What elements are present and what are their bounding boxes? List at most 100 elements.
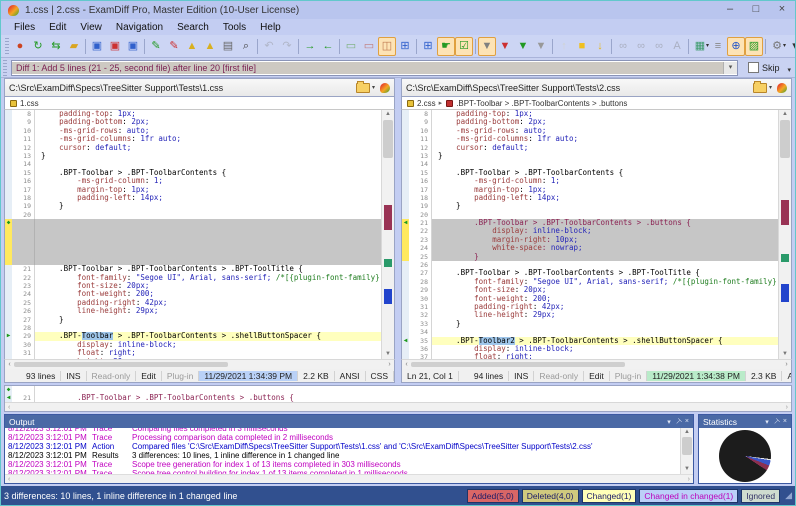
output-hscrollbar[interactable]: ‹ › bbox=[5, 474, 693, 483]
scroll-right-icon[interactable]: › bbox=[786, 404, 788, 411]
panel-menu-icon[interactable]: ▾ bbox=[765, 418, 769, 426]
next-diff-icon[interactable]: ↓ bbox=[591, 37, 609, 56]
menu-item-edit[interactable]: Edit bbox=[42, 21, 73, 34]
code-area-first[interactable]: 8 padding-top: 1px; 9 padding-bottom: 2px… bbox=[4, 110, 395, 359]
diff-map-mark[interactable] bbox=[781, 199, 789, 225]
sync-scroll-icon[interactable]: ☛ bbox=[437, 36, 455, 56]
diff-map-mark[interactable] bbox=[384, 204, 392, 230]
save-all-icon[interactable]: ▣ bbox=[124, 37, 142, 56]
find-prev-icon[interactable]: ∞ bbox=[650, 37, 668, 56]
match-case-icon[interactable]: A bbox=[668, 37, 686, 56]
menu-item-search[interactable]: Search bbox=[170, 21, 216, 34]
edit-second-icon[interactable]: ✎ bbox=[165, 37, 183, 56]
file-dropdown-icon[interactable]: ▾ bbox=[769, 84, 772, 91]
pin-icon[interactable]: ⊤ bbox=[673, 417, 683, 426]
show-second-pane-icon[interactable]: ▭ bbox=[360, 37, 378, 56]
current-diff-icon[interactable]: ■ bbox=[573, 37, 591, 56]
scroll-down-icon[interactable]: ▼ bbox=[681, 465, 693, 474]
vertical-scrollbar[interactable]: ▲ ▼ bbox=[381, 110, 394, 359]
toolbar-grip[interactable] bbox=[5, 38, 9, 54]
diff-dropdown-button[interactable]: ▾ bbox=[722, 61, 737, 74]
breadcrumb-item[interactable]: 1.css bbox=[20, 99, 39, 108]
filter-deleted-icon[interactable]: ▼ bbox=[496, 37, 514, 56]
filter-added-icon[interactable]: ▼ bbox=[514, 37, 532, 56]
open-file-icon[interactable] bbox=[355, 80, 370, 93]
diff-map-mark[interactable] bbox=[781, 254, 789, 262]
compare-icon[interactable]: ● bbox=[11, 37, 29, 56]
diffbar-grip[interactable] bbox=[3, 59, 7, 76]
compare-icon[interactable] bbox=[380, 82, 390, 93]
close-button[interactable]: × bbox=[769, 2, 795, 19]
scrollbar-thumb[interactable] bbox=[411, 362, 625, 367]
scroll-right-icon[interactable]: › bbox=[782, 361, 791, 369]
mini-hscrollbar[interactable]: ‹ › bbox=[5, 402, 791, 411]
scroll-left-icon[interactable]: ‹ bbox=[402, 361, 411, 369]
horizontal-scrollbar[interactable]: ‹ › bbox=[4, 359, 395, 369]
skip-checkbox[interactable] bbox=[747, 62, 759, 73]
scroll-up-icon[interactable]: ▲ bbox=[681, 428, 693, 437]
show-both-panes-icon[interactable]: ◫ bbox=[378, 36, 396, 56]
scrollbar-thumb[interactable] bbox=[383, 120, 393, 158]
maximize-button[interactable]: □ bbox=[743, 2, 769, 19]
vertical-scrollbar[interactable]: ▲ ▼ bbox=[778, 110, 791, 359]
scrollbar-thumb[interactable] bbox=[14, 362, 228, 367]
word-wrap-icon[interactable]: ≡ bbox=[709, 37, 727, 56]
redo-icon[interactable]: ↷ bbox=[278, 37, 296, 56]
show-grid-panes-icon[interactable]: ⊞ bbox=[396, 37, 414, 56]
scrollbar-thumb[interactable] bbox=[780, 120, 790, 158]
copy-left-icon[interactable]: ← bbox=[319, 37, 337, 56]
scroll-left-icon[interactable]: ‹ bbox=[8, 476, 10, 483]
undo-icon[interactable]: ↶ bbox=[260, 37, 278, 56]
find-icon[interactable]: ∞ bbox=[614, 37, 632, 56]
scroll-left-icon[interactable]: ‹ bbox=[8, 404, 10, 411]
scroll-left-icon[interactable]: ‹ bbox=[5, 361, 14, 369]
open-files-icon[interactable]: ▰ bbox=[65, 37, 83, 56]
close-panel-icon[interactable]: × bbox=[685, 418, 689, 425]
horizontal-scrollbar[interactable]: ‹ › bbox=[401, 359, 792, 369]
menu-item-view[interactable]: View bbox=[73, 21, 109, 34]
log-row[interactable]: 8/12/2023 3:12:01 PM Trace Scope tree gene… bbox=[5, 460, 680, 469]
output-vscrollbar[interactable]: ▲ ▼ bbox=[680, 428, 693, 474]
plugins-icon[interactable]: ⊕ bbox=[727, 36, 745, 56]
menu-item-tools[interactable]: Tools bbox=[216, 21, 253, 34]
skip-option[interactable]: Skip bbox=[747, 62, 779, 73]
copy-right-icon[interactable]: → bbox=[301, 37, 319, 56]
find-next-icon[interactable]: ∞ bbox=[632, 37, 650, 56]
breadcrumb-item[interactable]: .BPT-Toolbar > .BPT-ToolbarContents > .b… bbox=[456, 99, 627, 108]
menu-item-files[interactable]: Files bbox=[7, 21, 42, 34]
file-dropdown-icon[interactable]: ▾ bbox=[372, 84, 375, 91]
scroll-up-icon[interactable]: ▲ bbox=[382, 110, 394, 119]
diff-map-mark[interactable] bbox=[781, 284, 789, 302]
scroll-right-icon[interactable]: › bbox=[385, 361, 394, 369]
compare-icon[interactable] bbox=[777, 82, 787, 93]
log-row[interactable]: 8/12/2023 3:12:01 PM Trace Processing comp… bbox=[5, 433, 680, 442]
diff-map-mark[interactable] bbox=[384, 289, 392, 305]
save-report-first-icon[interactable]: ▲ bbox=[183, 37, 201, 56]
save-report-second-icon[interactable]: ▲ bbox=[201, 37, 219, 56]
panel-menu-icon[interactable]: ▾ bbox=[667, 418, 671, 426]
minimize-button[interactable]: – bbox=[717, 2, 743, 19]
log-row[interactable]: 8/12/2023 3:12:01 PM Results 3 differences… bbox=[5, 451, 680, 460]
options-icon[interactable]: ⚙ ▾ bbox=[768, 37, 786, 56]
print-icon[interactable]: ▤ bbox=[219, 37, 237, 56]
scroll-down-icon[interactable]: ▼ bbox=[382, 350, 394, 359]
previous-diff-icon[interactable]: ↑ bbox=[555, 37, 573, 56]
overflow-chevron-icon[interactable]: ▾ bbox=[787, 66, 791, 74]
swap-files-icon[interactable]: ⇆ bbox=[47, 37, 65, 56]
pin-icon[interactable]: ⊤ bbox=[771, 417, 781, 426]
open-file-icon[interactable] bbox=[752, 80, 767, 93]
save-second-icon[interactable]: ▣ bbox=[106, 37, 124, 56]
zoom-icon[interactable]: ⌕ bbox=[237, 37, 255, 56]
show-checkboxes-icon[interactable]: ☑ bbox=[455, 36, 473, 56]
diff-map-mark[interactable] bbox=[384, 259, 392, 267]
filter-all-icon[interactable]: ▼ bbox=[478, 36, 496, 56]
scroll-down-icon[interactable]: ▼ bbox=[779, 350, 791, 359]
save-first-icon[interactable]: ▣ bbox=[88, 37, 106, 56]
edit-options-icon[interactable]: ▨ bbox=[745, 36, 763, 56]
edit-first-icon[interactable]: ✎ bbox=[147, 37, 165, 56]
toolbar-overflow-icon[interactable]: ▾ bbox=[786, 37, 795, 56]
menu-item-navigation[interactable]: Navigation bbox=[109, 21, 170, 34]
scroll-right-icon[interactable]: › bbox=[688, 476, 690, 483]
breadcrumb-item[interactable]: 2.css bbox=[417, 99, 436, 108]
show-first-pane-icon[interactable]: ▭ bbox=[342, 37, 360, 56]
